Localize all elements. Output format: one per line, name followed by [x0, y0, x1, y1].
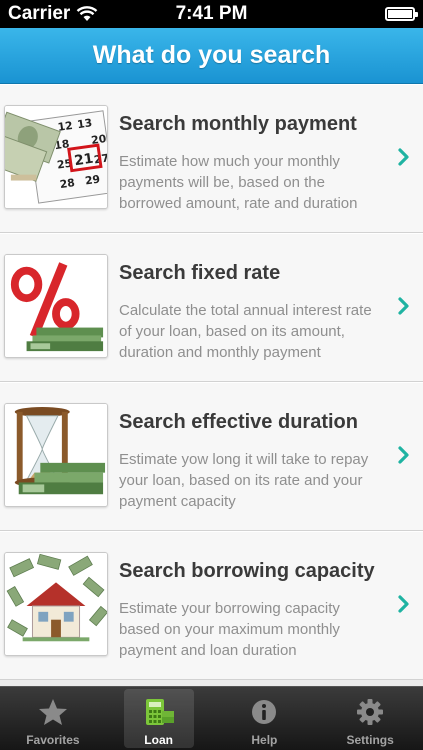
- page-title: What do you search: [92, 41, 331, 69]
- calendar-money-icon: 12 13 18 20 25 27 28 29 21: [4, 105, 108, 209]
- wifi-icon: [77, 6, 98, 21]
- status-time: 7:41 PM: [175, 3, 248, 24]
- list-item-effective-duration[interactable]: Search effective duration Estimate yow l…: [0, 382, 423, 531]
- status-left: Carrier: [8, 3, 98, 25]
- tab-favorites[interactable]: Favorites: [0, 687, 106, 750]
- tab-loan[interactable]: Loan: [106, 687, 212, 750]
- tab-bar: Favorites Loan Help Settings: [0, 686, 423, 750]
- nav-header: What do you search: [0, 28, 423, 84]
- list-item-monthly-payment[interactable]: 12 13 18 20 25 27 28 29 21 Search monthly pa…: [0, 84, 423, 233]
- item-description: Estimate your borrowing capacity based o…: [119, 600, 340, 659]
- star-icon: [38, 699, 67, 725]
- tab-label: Help: [251, 733, 278, 747]
- item-title: Search borrowing capacity: [119, 560, 375, 582]
- item-title: Search effective duration: [119, 411, 358, 433]
- gear-icon: [357, 699, 384, 725]
- percent-money-icon: [4, 254, 108, 358]
- calculator-icon: [145, 699, 174, 725]
- chevron-right-icon: [398, 595, 409, 613]
- search-options-list: 12 13 18 20 25 27 28 29 21 Search monthly pa…: [0, 84, 423, 686]
- battery-icon: [385, 7, 418, 21]
- info-icon: [252, 700, 277, 724]
- carrier-label: Carrier: [8, 3, 71, 24]
- tab-label: Settings: [346, 733, 394, 747]
- tab-label: Favorites: [26, 733, 80, 747]
- chevron-right-icon: [398, 297, 409, 315]
- tab-help[interactable]: Help: [212, 687, 318, 750]
- calendar-day-label: 21: [73, 151, 94, 170]
- item-title: Search fixed rate: [119, 262, 281, 284]
- item-title: Search monthly payment: [119, 113, 357, 135]
- status-bar: Carrier 7:41 PM: [0, 0, 423, 28]
- chevron-right-icon: [398, 446, 409, 464]
- tab-label: Loan: [144, 733, 173, 747]
- chevron-right-icon: [398, 148, 409, 166]
- list-item-fixed-rate[interactable]: Search fixed rate Calculate the total an…: [0, 233, 423, 382]
- hourglass-money-icon: [4, 403, 108, 507]
- item-description: Estimate yow long it will take to repay …: [119, 451, 369, 510]
- tab-settings[interactable]: Settings: [317, 687, 423, 750]
- svg-text:29: 29: [84, 173, 101, 188]
- house-money-icon: [4, 552, 108, 656]
- svg-text:28: 28: [59, 176, 76, 191]
- item-description: Estimate how much your monthly payments …: [119, 153, 358, 212]
- list-item-borrowing-capacity[interactable]: Search borrowing capacity Estimate your …: [0, 531, 423, 680]
- item-description: Calculate the total annual interest rate…: [119, 302, 372, 361]
- svg-text:13: 13: [76, 116, 93, 131]
